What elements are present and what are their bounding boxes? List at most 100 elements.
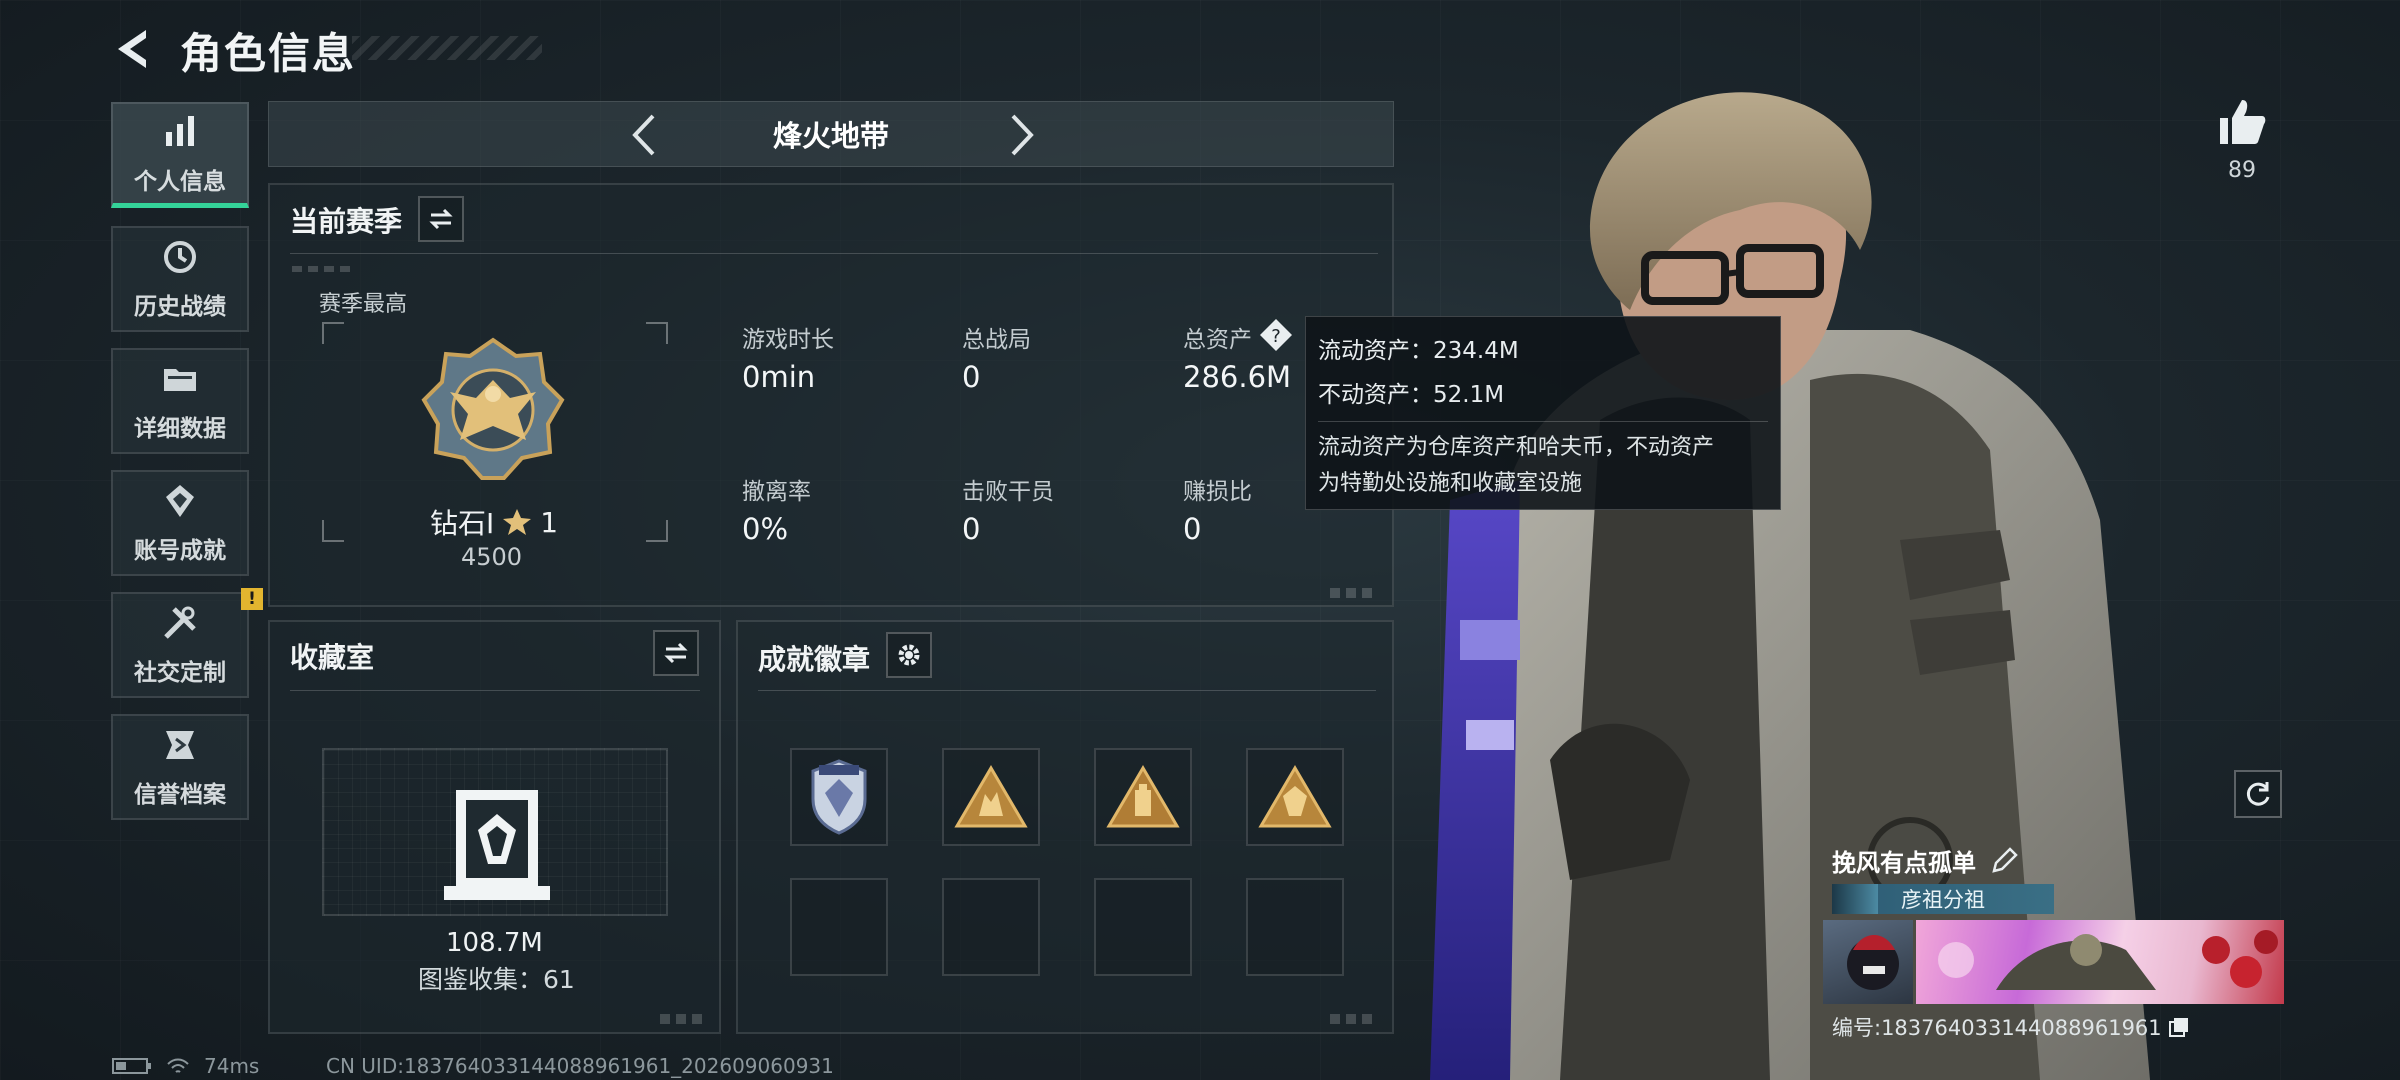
banner-image bbox=[1938, 930, 2278, 990]
team-tag: 彦祖分祖 bbox=[1832, 884, 2054, 914]
sidebar-item-social-custom[interactable]: 社交定制 ! bbox=[111, 588, 263, 698]
mode-selector: 烽火地带 bbox=[268, 101, 1394, 167]
stat-label-playtime: 游戏时长 bbox=[742, 327, 834, 353]
stat-label-total-assets: 总资产 bbox=[1183, 327, 1252, 353]
chevron-right-icon[interactable] bbox=[995, 110, 1045, 160]
collection-value: 108.7M bbox=[446, 928, 543, 958]
avatar-image bbox=[1847, 935, 1899, 990]
stat-label-matches: 总战局 bbox=[962, 327, 1031, 353]
collection-count: 图鉴收集：61 bbox=[418, 965, 575, 994]
achievement-slot-empty[interactable] bbox=[942, 878, 1040, 976]
stat-label-extract-rate: 撤离率 bbox=[742, 479, 811, 505]
sidebar-item-achievements[interactable]: 账号成就 bbox=[111, 470, 249, 576]
tooltip-description-line1: 流动资产为仓库资产和哈夫币，不动资产 bbox=[1318, 435, 1715, 460]
title-decoration bbox=[352, 36, 542, 60]
player-avatar[interactable] bbox=[1823, 920, 1913, 1004]
achievement-badge-2[interactable] bbox=[942, 748, 1040, 846]
divider bbox=[290, 253, 1378, 254]
tooltip-fixed-assets: 不动资产：52.1M bbox=[1318, 382, 1505, 408]
edit-icon[interactable] bbox=[1990, 846, 2018, 875]
rank-emblem-icon bbox=[421, 337, 565, 480]
battery-icon bbox=[112, 1058, 151, 1074]
alert-badge: ! bbox=[241, 588, 263, 610]
rank-score: 4500 bbox=[461, 543, 523, 571]
collection-showcase[interactable] bbox=[322, 748, 668, 916]
page-title: 角色信息 bbox=[180, 29, 357, 78]
refresh-button[interactable] bbox=[2234, 770, 2282, 818]
bar-chart-icon bbox=[166, 115, 194, 146]
sidebar-item-label: 个人信息 bbox=[134, 168, 226, 195]
divider bbox=[290, 690, 700, 691]
sidebar-item-label: 详细数据 bbox=[134, 416, 226, 442]
collection-title: 收藏室 bbox=[290, 641, 375, 674]
sidebar-item-history[interactable]: 历史战绩 bbox=[111, 226, 249, 332]
stat-label-kills: 击败干员 bbox=[962, 479, 1054, 505]
triangle-badge-icon bbox=[1106, 765, 1180, 828]
rank-tier: 钻石Ⅰ bbox=[430, 507, 495, 540]
wifi-icon bbox=[167, 1058, 189, 1073]
stat-value-extract-rate: 0% bbox=[742, 512, 789, 546]
chevron-left-icon[interactable] bbox=[621, 110, 671, 160]
display-case-icon bbox=[444, 790, 550, 900]
assets-tooltip: 流动资产：234.4M 不动资产：52.1M 流动资产为仓库资产和哈夫币，不动资… bbox=[1305, 316, 1781, 510]
ping-value: 74ms bbox=[204, 1054, 260, 1078]
decoration bbox=[292, 266, 352, 272]
sidebar-item-label: 历史战绩 bbox=[134, 294, 226, 320]
collection-switch-button[interactable] bbox=[653, 630, 699, 676]
help-icon[interactable]: ? bbox=[1259, 318, 1293, 352]
achievement-badge-3[interactable] bbox=[1094, 748, 1192, 846]
player-name: 挽风有点孤单 bbox=[1832, 843, 2018, 878]
stat-value-playtime: 0min bbox=[742, 360, 816, 394]
copy-icon[interactable] bbox=[2168, 1016, 2190, 1038]
tooltip-divider bbox=[1318, 421, 1768, 422]
mode-name: 烽火地带 bbox=[772, 119, 889, 153]
stat-value-total-assets: 286.6M bbox=[1183, 360, 1292, 394]
like-count: 89 bbox=[2228, 158, 2256, 183]
swap-icon bbox=[664, 642, 688, 664]
divider bbox=[758, 690, 1376, 691]
team-emblem bbox=[1832, 884, 1878, 914]
shield-badge-icon bbox=[811, 759, 867, 835]
decoration bbox=[1330, 1014, 1378, 1024]
season-title: 当前赛季 bbox=[290, 205, 403, 238]
uid-text: CN UID:1837640331440889619​61_2026090609… bbox=[326, 1054, 834, 1078]
achievement-slot-empty[interactable] bbox=[1246, 878, 1344, 976]
sidebar-item-personal-info[interactable]: 个人信息 bbox=[111, 102, 249, 208]
achievement-slot-empty[interactable] bbox=[790, 878, 888, 976]
status-bar: 74ms bbox=[112, 1054, 259, 1078]
player-id: 编号:1837640331440889619​61 bbox=[1832, 1012, 2190, 1042]
credit-icon bbox=[166, 731, 194, 759]
star-icon bbox=[503, 509, 532, 535]
season-best-label: 赛季最高 bbox=[319, 292, 408, 317]
tools-icon bbox=[164, 606, 196, 639]
back-arrow-icon[interactable] bbox=[110, 26, 156, 72]
player-name-text: 挽风有点孤单 bbox=[1832, 849, 1976, 877]
triangle-badge-icon bbox=[1258, 765, 1332, 828]
achievement-slot-empty[interactable] bbox=[1094, 878, 1192, 976]
gear-icon bbox=[898, 644, 920, 666]
achievement-badge-1[interactable] bbox=[790, 748, 888, 846]
season-switch-button[interactable] bbox=[418, 196, 464, 242]
svg-text:?: ? bbox=[1271, 326, 1281, 347]
achievement-badge-4[interactable] bbox=[1246, 748, 1344, 846]
player-id-text: 编号:1837640331440889619​61 bbox=[1832, 1016, 2162, 1040]
stat-value-profit-ratio: 0 bbox=[1183, 512, 1202, 546]
sidebar-item-label: 社交定制 bbox=[134, 660, 226, 686]
rank-stars: 1 bbox=[540, 505, 559, 539]
tooltip-liquid-assets: 流动资产：234.4M bbox=[1318, 338, 1519, 364]
tooltip-description-line2: 为特勤处设施和收藏室设施 bbox=[1318, 471, 1583, 496]
sidebar-item-label: 账号成就 bbox=[134, 538, 226, 564]
stat-value-kills: 0 bbox=[962, 512, 981, 546]
achievements-settings-button[interactable] bbox=[886, 632, 932, 678]
triangle-badge-icon bbox=[954, 765, 1028, 828]
sidebar-item-detailed-data[interactable]: 详细数据 bbox=[111, 348, 249, 454]
sidebar-item-label: 信誉档案 bbox=[134, 782, 226, 808]
refresh-icon bbox=[2246, 782, 2270, 806]
history-icon bbox=[164, 241, 196, 273]
thumbs-up-icon[interactable] bbox=[2216, 96, 2268, 148]
achievement-icon bbox=[166, 485, 194, 517]
decoration bbox=[1330, 588, 1378, 598]
team-name: 彦祖分祖 bbox=[1901, 888, 1985, 912]
sidebar-item-credit-record[interactable]: 信誉档案 bbox=[111, 714, 249, 820]
player-banner[interactable] bbox=[1916, 920, 2284, 1004]
